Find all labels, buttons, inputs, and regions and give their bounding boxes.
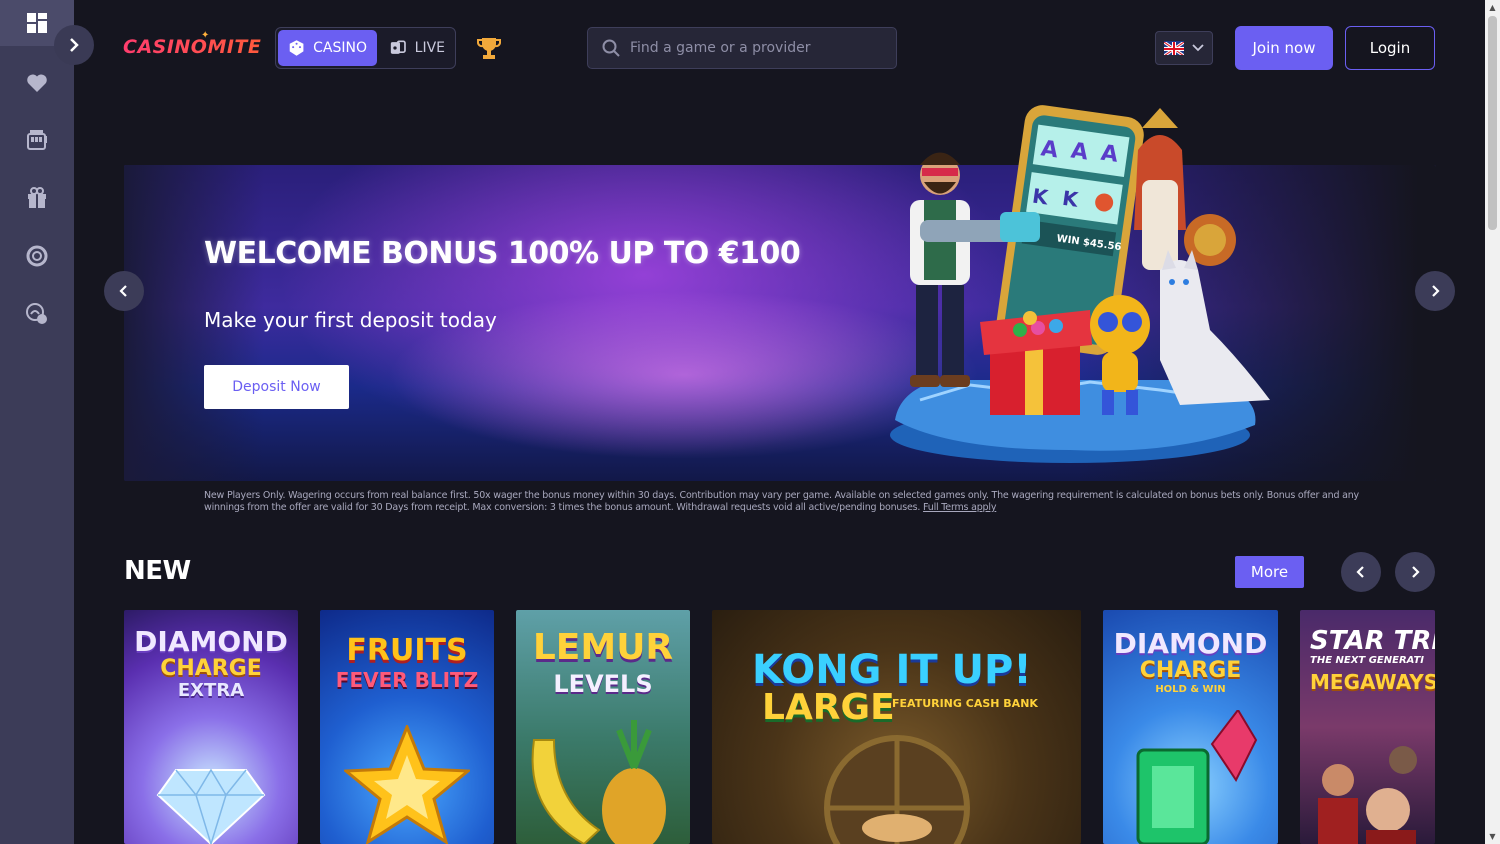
casinomite-logo[interactable]: CASINOMITE ✦ — [123, 30, 261, 66]
chevron-right-icon — [70, 38, 79, 52]
game-title-line: MEGAWAYS — [1310, 670, 1435, 694]
game-tile-star-trek-megaways[interactable]: STAR TRE THE NEXT GENERATI MEGAWAYS — [1300, 610, 1435, 844]
chevron-left-icon — [119, 285, 127, 297]
games-prev-button[interactable] — [1341, 552, 1381, 592]
game-title-line: DIAMOND — [1113, 627, 1268, 660]
trophy-icon[interactable] — [476, 36, 502, 60]
sidebar — [0, 0, 74, 844]
game-tile-lemur-levels[interactable]: LEMUR LEVELS — [516, 610, 690, 844]
language-selector[interactable] — [1155, 31, 1213, 65]
chevron-left-icon — [1356, 566, 1364, 578]
slot-machine-icon — [27, 130, 47, 150]
reel-letter: A — [1039, 136, 1059, 163]
chevron-right-icon — [1412, 566, 1420, 578]
new-games-heading: NEW — [124, 556, 191, 586]
game-title-line: EXTRA — [177, 680, 245, 701]
scroll-thumb[interactable] — [1488, 16, 1497, 230]
dashboard-icon — [27, 13, 47, 33]
deposit-now-button[interactable]: Deposit Now — [204, 365, 349, 409]
search-icon — [602, 39, 620, 57]
live-tab[interactable]: LIVE — [380, 30, 455, 66]
disclaimer-text: New Players Only. Wagering occurs from r… — [204, 490, 1359, 513]
reel-letter: A — [1099, 141, 1119, 168]
join-now-button[interactable]: Join now — [1235, 26, 1333, 70]
game-title-line: FRUITS — [346, 633, 468, 668]
search-box[interactable] — [587, 27, 897, 69]
live-tab-label: LIVE — [414, 40, 445, 56]
star-icon — [344, 725, 470, 844]
crew-characters-illustration — [1318, 746, 1417, 844]
game-title-line: THE NEXT GENERATI — [1310, 655, 1424, 666]
mode-switch: CASINO LIVE — [275, 27, 456, 69]
vault-door-icon — [824, 735, 970, 844]
game-tile-fruits-fever-blitz[interactable]: FRUITS FEVER BLITZ — [320, 610, 494, 844]
page-scrollbar[interactable]: ▲ ▼ — [1485, 0, 1500, 844]
sparkle-icon: ✦ — [201, 30, 210, 41]
support-chat-icon — [26, 303, 47, 324]
sidebar-item-slots[interactable] — [0, 117, 74, 163]
game-title-line: STAR TRE — [1310, 626, 1435, 656]
search-input[interactable] — [630, 40, 880, 56]
game-title-line: LARGE — [762, 687, 895, 728]
game-tile-diamond-charge-hold-win[interactable]: DIAMOND CHARGE HOLD & WIN — [1103, 610, 1278, 844]
uk-flag-icon — [1164, 41, 1184, 55]
emerald-ruby-icon — [1136, 710, 1258, 844]
sidebar-item-support[interactable] — [0, 291, 74, 337]
game-title-line: FEVER BLITZ — [335, 668, 479, 692]
game-title-line: FEATURING CASH BANK — [892, 697, 1038, 710]
diamond-icon — [156, 768, 266, 844]
game-title-line: DIAMOND — [134, 625, 288, 658]
more-button[interactable]: More — [1235, 556, 1304, 588]
heart-icon — [27, 74, 47, 92]
game-tile-diamond-charge-extra[interactable]: DIAMOND CHARGE EXTRA — [124, 610, 298, 844]
full-terms-link[interactable]: Full Terms apply — [923, 502, 996, 513]
hero-prev-button[interactable] — [104, 271, 144, 311]
game-title-line: CHARGE — [1139, 658, 1242, 683]
hero-next-button[interactable] — [1415, 271, 1455, 311]
casino-tab[interactable]: CASINO — [278, 30, 377, 66]
game-title-line: LEMUR — [532, 627, 674, 668]
hero-characters-illustration: A A A K K WIN $45.56 — [890, 105, 1270, 463]
casino-tab-label: CASINO — [313, 40, 367, 56]
chevron-right-icon — [1432, 285, 1440, 297]
gift-icon — [28, 187, 46, 208]
hero-title: WELCOME BONUS 100% UP TO €100 — [204, 236, 801, 271]
lifebuoy-icon — [26, 245, 48, 267]
reel-letter: A — [1069, 138, 1089, 165]
login-button[interactable]: Login — [1345, 26, 1435, 70]
game-title-line: LEVELS — [553, 670, 653, 698]
sidebar-item-promotions[interactable] — [0, 175, 74, 221]
games-next-button[interactable] — [1395, 552, 1435, 592]
game-tile-kong-it-up-large[interactable]: KONG IT UP! LARGE FEATURING CASH BANK — [712, 610, 1081, 844]
game-title-line: HOLD & WIN — [1155, 684, 1226, 695]
logo-text: CASINOMITE — [123, 36, 262, 58]
banana-pineapple-icon — [531, 720, 666, 844]
game-title-line: KONG IT UP! — [752, 647, 1032, 693]
sidebar-item-help[interactable] — [0, 233, 74, 279]
live-cards-icon — [390, 40, 406, 54]
dice-icon — [289, 40, 304, 56]
scroll-up-icon[interactable]: ▲ — [1485, 0, 1500, 15]
game-title-line: CHARGE — [160, 656, 262, 681]
bonus-disclaimer: New Players Only. Wagering occurs from r… — [204, 490, 1379, 514]
scroll-down-icon[interactable]: ▼ — [1485, 829, 1500, 844]
hero-subtitle: Make your first deposit today — [204, 308, 497, 332]
chevron-down-icon — [1192, 44, 1204, 52]
sidebar-item-favorites[interactable] — [0, 60, 74, 106]
sidebar-expand-button[interactable] — [54, 25, 94, 65]
